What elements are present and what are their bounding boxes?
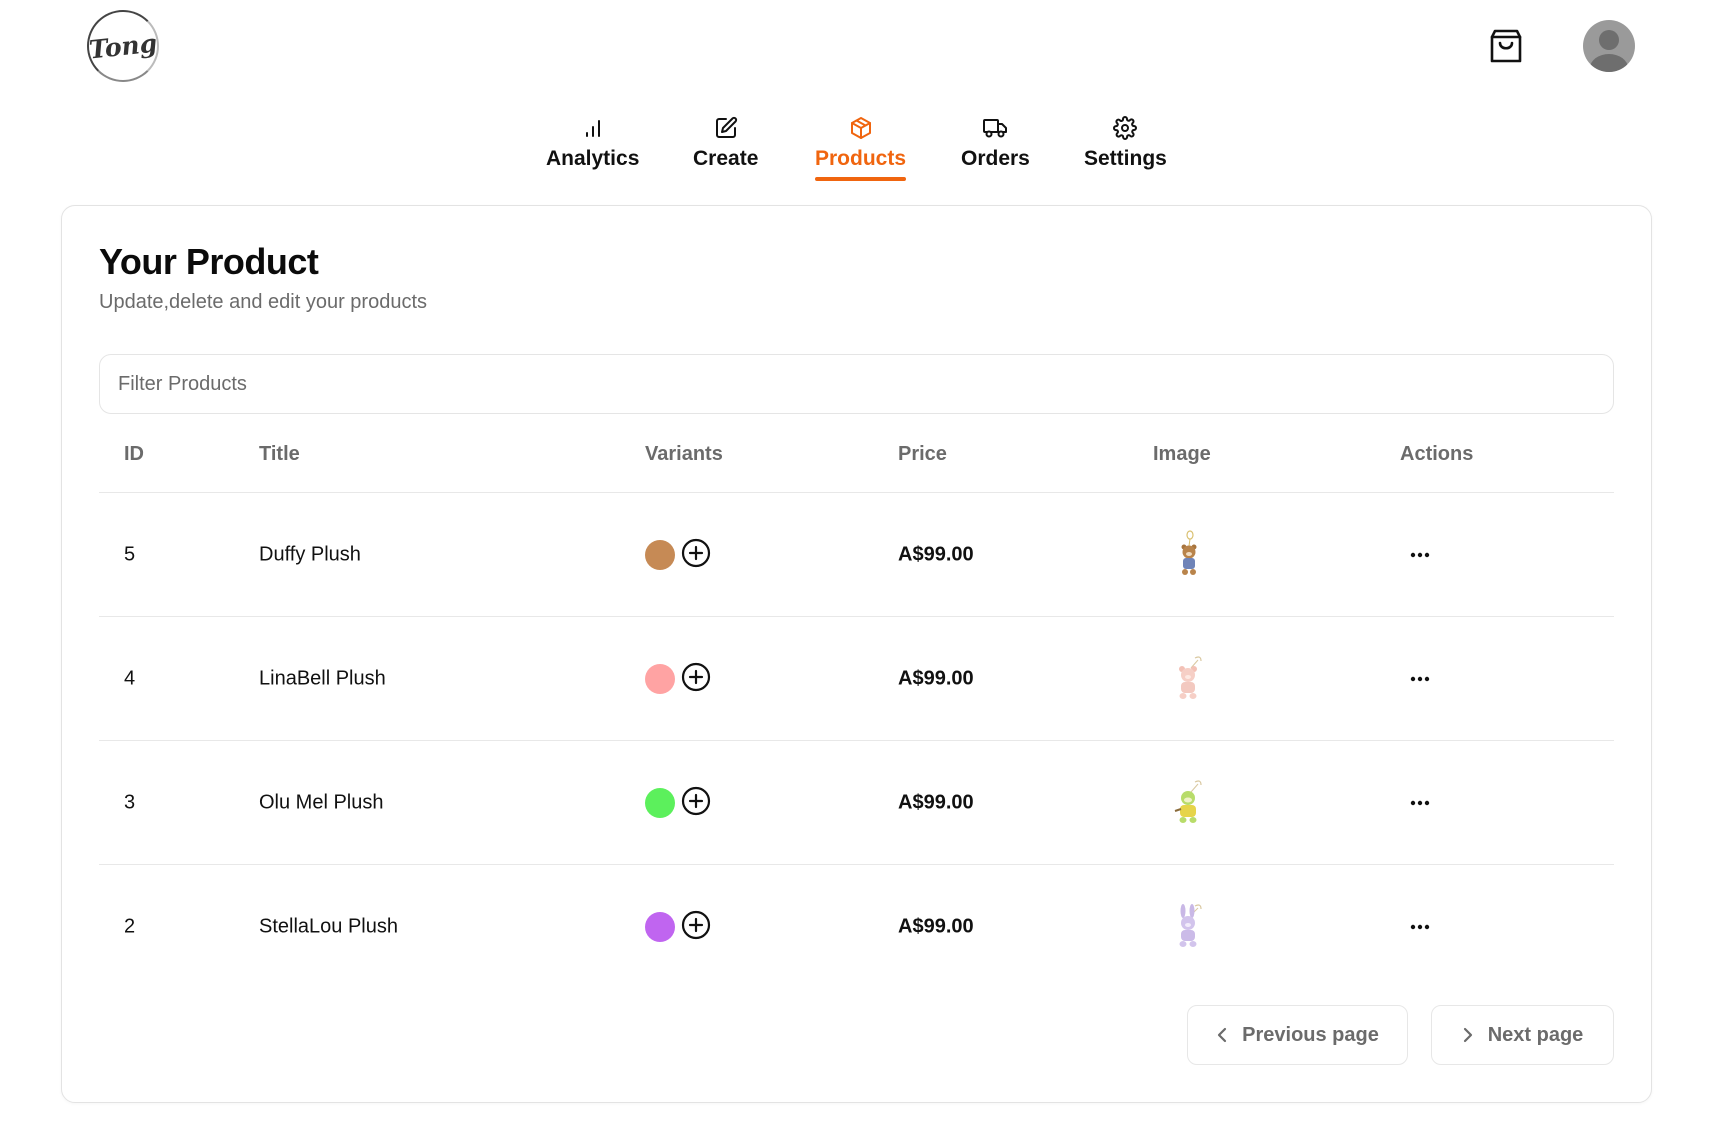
row-id: 5 <box>124 543 136 565</box>
row-actions-button[interactable] <box>1405 793 1435 813</box>
row-price: A$99.00 <box>898 667 974 689</box>
truck-icon <box>983 119 1008 138</box>
next-page-button[interactable]: Next page <box>1431 1005 1614 1065</box>
product-image <box>1169 527 1209 583</box>
row-title: Duffy Plush <box>259 543 361 565</box>
olumel-plush-thumbnail <box>1174 779 1202 823</box>
product-image <box>1169 899 1209 955</box>
tab-products[interactable]: Products <box>815 115 907 181</box>
products-table: ID Title Variants Price Image Actions 5 … <box>99 416 1614 989</box>
tab-orders[interactable]: Orders <box>961 115 1030 171</box>
products-card: Your Product Update,delete and edit your… <box>61 205 1652 1103</box>
page: Tong Analytics Create Products Orders Se… <box>0 0 1709 1124</box>
main-nav: Analytics Create Products Orders Setting… <box>0 115 1709 190</box>
column-header-image: Image <box>1153 443 1211 465</box>
cart-button[interactable] <box>1486 26 1526 66</box>
row-variants <box>645 538 711 570</box>
row-variants <box>645 910 711 942</box>
tab-settings[interactable]: Settings <box>1084 115 1167 171</box>
row-title: LinaBell Plush <box>259 667 386 689</box>
duffy-plush-thumbnail <box>1181 529 1197 575</box>
user-avatar[interactable] <box>1583 20 1635 72</box>
row-id: 2 <box>124 915 136 938</box>
tab-orders-label: Orders <box>961 147 1030 170</box>
tab-settings-label: Settings <box>1084 147 1167 170</box>
shopping-bag-icon <box>1490 29 1522 63</box>
tab-create-label: Create <box>693 147 759 170</box>
page-subtitle: Update,delete and edit your products <box>99 291 427 313</box>
package-icon <box>850 117 871 139</box>
tab-products-label: Products <box>815 147 907 170</box>
edit-icon <box>715 116 737 138</box>
tab-analytics[interactable]: Analytics <box>546 115 639 171</box>
more-horizontal-icon <box>1410 676 1430 681</box>
row-price: A$99.00 <box>898 791 974 813</box>
row-price: A$99.00 <box>898 915 974 938</box>
stellalou-plush-thumbnail <box>1179 904 1202 947</box>
more-horizontal-icon <box>1410 552 1430 557</box>
table-row[interactable]: 5 Duffy Plush A$99.00 <box>99 493 1614 617</box>
add-variant-button[interactable] <box>681 910 711 940</box>
chevron-right-icon <box>1463 1027 1472 1043</box>
product-image <box>1169 651 1209 707</box>
gear-icon <box>1113 116 1138 140</box>
row-id: 4 <box>124 667 136 689</box>
row-id: 3 <box>124 791 136 813</box>
row-actions-button[interactable] <box>1405 917 1435 937</box>
plus-circle-icon <box>681 786 711 815</box>
table-row[interactable]: 2 StellaLou Plush A$99.00 <box>99 865 1614 989</box>
variant-swatch[interactable] <box>645 663 675 694</box>
table-header: ID Title Variants Price Image Actions <box>99 416 1614 493</box>
row-variants <box>645 786 711 818</box>
variant-swatch[interactable] <box>645 787 675 818</box>
product-image <box>1169 775 1209 831</box>
tab-analytics-label: Analytics <box>546 147 640 170</box>
logo[interactable]: Tong <box>87 10 159 82</box>
row-title: StellaLou Plush <box>259 915 398 938</box>
variant-swatch[interactable] <box>645 539 675 570</box>
logo-text: Tong <box>87 28 159 64</box>
column-header-actions: Actions <box>1400 443 1474 465</box>
tab-active-underline <box>815 177 907 181</box>
table-row[interactable]: 3 Olu Mel Plush A$99.00 <box>99 741 1614 865</box>
add-variant-button[interactable] <box>681 662 711 692</box>
plus-circle-icon <box>681 662 711 691</box>
chevron-left-icon <box>1218 1027 1227 1043</box>
bar-chart-icon <box>585 120 600 137</box>
previous-page-button[interactable]: Previous page <box>1187 1005 1408 1065</box>
previous-page-label: Previous page <box>1242 1023 1379 1046</box>
row-title: Olu Mel Plush <box>259 791 384 813</box>
add-variant-button[interactable] <box>681 538 711 568</box>
plus-circle-icon <box>681 910 711 940</box>
add-variant-button[interactable] <box>681 786 711 816</box>
variant-swatch[interactable] <box>645 912 675 942</box>
more-horizontal-icon <box>1410 924 1430 930</box>
row-actions-button[interactable] <box>1405 669 1435 689</box>
column-header-price: Price <box>898 443 947 465</box>
filter-products-input[interactable] <box>99 354 1614 414</box>
next-page-label: Next page <box>1487 1023 1584 1046</box>
more-horizontal-icon <box>1410 800 1430 805</box>
plus-circle-icon <box>681 538 711 567</box>
linabell-plush-thumbnail <box>1179 655 1202 699</box>
tab-create[interactable]: Create <box>693 115 758 171</box>
row-variants <box>645 662 711 694</box>
column-header-id: ID <box>124 443 144 465</box>
user-avatar-icon <box>1590 30 1628 72</box>
row-price: A$99.00 <box>898 543 974 565</box>
page-title: Your Product <box>99 241 319 282</box>
table-row[interactable]: 4 LinaBell Plush A$99.00 <box>99 617 1614 741</box>
column-header-title: Title <box>259 443 300 465</box>
column-header-variants: Variants <box>645 443 723 465</box>
row-actions-button[interactable] <box>1405 545 1435 565</box>
